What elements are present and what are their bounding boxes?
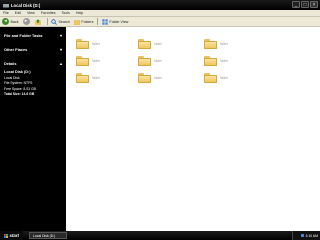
back-arrow-icon: ◂ — [2, 18, 9, 25]
toolbar: ◂ Back ▸ Search Folders Folder View — [0, 17, 320, 27]
task-pane: File and Folder Tasks ▾ Other Places ▾ D… — [0, 27, 66, 231]
forward-arrow-icon: ▸ — [22, 18, 30, 25]
drive-icon — [3, 3, 9, 7]
folder-icon — [138, 56, 151, 66]
details-panel: Local Disk (D:) Local Disk File System: … — [4, 70, 62, 96]
folder-item[interactable]: folder — [204, 73, 269, 83]
menu-view[interactable]: View — [27, 11, 35, 15]
clock: 3:10 AM — [305, 233, 318, 238]
details-header[interactable]: Details ▴ — [4, 61, 62, 66]
other-places-header[interactable]: Other Places ▾ — [4, 47, 62, 52]
folder-item[interactable]: folder — [204, 39, 269, 49]
search-icon — [51, 18, 57, 25]
folder-icon — [76, 39, 89, 49]
menu-file[interactable]: File — [3, 11, 9, 15]
total-size: Total Size: 14.6 GB — [4, 92, 35, 97]
window-title: Local Disk (D:) — [11, 2, 41, 8]
forward-button[interactable]: ▸ — [22, 18, 32, 25]
menu-help[interactable]: Help — [76, 11, 83, 15]
network-icon[interactable] — [300, 234, 304, 237]
drive-type: Local Disk — [4, 75, 20, 80]
menu-bar: File Edit View Favorites Tools Help — [0, 10, 320, 17]
chevron-down-icon[interactable]: ▾ — [60, 33, 62, 38]
menu-edit[interactable]: Edit — [15, 11, 21, 15]
search-button[interactable]: Search — [51, 18, 70, 25]
views-icon — [102, 18, 108, 25]
title-bar: Local Disk (D:) _ □ × — [0, 0, 320, 10]
taskbar-window-button[interactable]: Local Disk (D:) — [29, 232, 68, 239]
folder-item[interactable]: folder — [76, 73, 141, 83]
folder-item[interactable]: folder — [76, 39, 141, 49]
file-folder-tasks-header[interactable]: File and Folder Tasks ▾ — [4, 33, 62, 38]
folder-icon — [204, 56, 217, 66]
folders-icon — [73, 19, 80, 25]
menu-tools[interactable]: Tools — [62, 11, 70, 15]
folders-button[interactable]: Folders — [73, 19, 93, 25]
folder-icon — [138, 73, 151, 83]
chevron-down-icon[interactable]: ▾ — [60, 47, 62, 52]
file-list: folder folder folder folder folder folde… — [66, 27, 320, 231]
folder-icon — [76, 56, 89, 66]
folder-item[interactable]: folder — [138, 39, 203, 49]
folder-icon — [138, 39, 151, 49]
back-button[interactable]: ◂ Back — [2, 18, 19, 25]
taskbar: start Local Disk (D:) 3:10 AM — [0, 231, 320, 240]
folder-item[interactable]: folder — [76, 56, 141, 66]
system-tray: 3:10 AM — [292, 231, 320, 240]
toolbar-separator — [46, 18, 47, 25]
menu-favorites[interactable]: Favorites — [41, 11, 56, 15]
folder-icon — [76, 73, 89, 83]
chevron-up-icon[interactable]: ▴ — [60, 61, 62, 66]
folder-icon — [204, 39, 217, 49]
folder-item[interactable]: folder — [138, 73, 203, 83]
close-button[interactable]: × — [310, 1, 318, 8]
file-system: File System: NTFS — [4, 81, 33, 86]
views-button[interactable]: Folder View — [102, 18, 128, 25]
folder-item[interactable]: folder — [138, 56, 203, 66]
up-button[interactable] — [35, 18, 43, 25]
folder-icon — [204, 73, 217, 83]
windows-flag-icon — [4, 233, 8, 238]
folder-item[interactable]: folder — [204, 56, 269, 66]
start-button[interactable]: start — [0, 231, 24, 240]
drive-name: Local Disk (D:) — [4, 70, 31, 74]
toolbar-separator — [97, 18, 98, 25]
maximize-button[interactable]: □ — [301, 1, 309, 8]
folder-up-icon — [35, 18, 41, 25]
minimize-button[interactable]: _ — [292, 1, 300, 8]
free-space: Free Space: 8.03 GB — [4, 86, 36, 91]
